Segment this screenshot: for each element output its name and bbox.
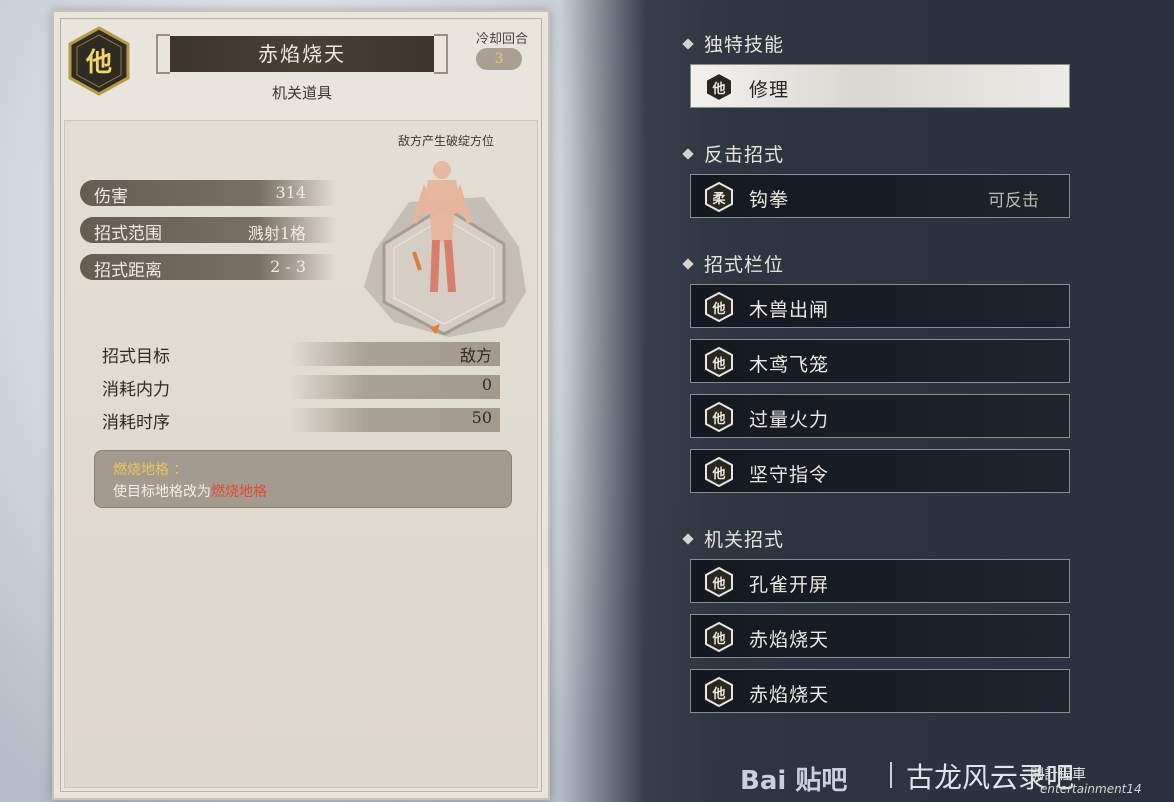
skill-hex-icon: 柔 <box>705 181 733 213</box>
skill-glyph: 他 <box>712 82 726 97</box>
skill-category: 机关道具 <box>271 84 332 102</box>
emblem-glyph: 他 <box>85 48 112 78</box>
character-figure-icon <box>364 161 526 337</box>
info-qi-cost: 消耗内力 0 <box>102 373 502 400</box>
diamond-bullet-icon <box>682 258 694 270</box>
banner-left-bracket <box>156 34 170 74</box>
skill-glyph: 他 <box>712 302 726 317</box>
skill-item-unique-0[interactable]: 他 修理 <box>690 64 1070 108</box>
cooldown-label: 冷却回合 <box>475 32 528 47</box>
effect-description: 燃烧地格 ： 使目标地格改为燃烧地格 <box>94 450 512 508</box>
skill-name: 过量火力 <box>749 409 830 431</box>
section-title-text: 独特技能 <box>704 34 785 56</box>
skill-glyph: 他 <box>712 412 726 427</box>
effect-heading: 燃烧地格 ： <box>113 462 188 478</box>
skill-name: 钩拳 <box>749 189 790 211</box>
diamond-bullet-icon <box>682 38 694 50</box>
skill-name: 修理 <box>749 79 790 101</box>
skill-glyph: 柔 <box>712 192 726 207</box>
info-value: 敌方 <box>459 346 492 365</box>
skill-item-counter-0[interactable]: 柔 钩拳 可反击 <box>690 174 1070 218</box>
stat-label: 伤害 <box>94 187 128 207</box>
skill-name: 坚守指令 <box>749 464 830 486</box>
section-title-text: 招式栏位 <box>704 254 785 276</box>
skill-item-mechanism-2[interactable]: 他 赤焰烧天 <box>690 669 1070 713</box>
info-label: 消耗时序 <box>102 413 170 433</box>
skill-glyph: 他 <box>712 577 726 592</box>
skill-title-banner: 赤焰烧天 <box>156 34 448 74</box>
skill-item-slot-3[interactable]: 他 坚守指令 <box>690 449 1070 493</box>
section-move-slots: 招式栏位 <box>682 250 785 277</box>
skill-item-slot-0[interactable]: 他 木兽出闸 <box>690 284 1070 328</box>
skill-hex-icon: 他 <box>705 291 733 323</box>
stat-damage: 伤害 314 <box>80 180 336 207</box>
section-title-text: 反击招式 <box>704 144 785 166</box>
skill-glyph: 他 <box>712 687 726 702</box>
skill-name: 赤焰烧天 <box>749 684 830 706</box>
skill-name: 木兽出闸 <box>749 299 830 321</box>
skill-item-slot-1[interactable]: 他 木鸢飞笼 <box>690 339 1070 383</box>
section-unique-skills: 独特技能 <box>682 30 785 57</box>
info-value-bar <box>290 408 500 432</box>
skill-item-mechanism-1[interactable]: 他 赤焰烧天 <box>690 614 1070 658</box>
diamond-bullet-icon <box>682 533 694 545</box>
stat-value: 2 - 3 <box>270 257 306 276</box>
watermark-signature-en: entertainment14 <box>1040 782 1142 796</box>
stat-value: 314 <box>275 183 306 202</box>
watermark-divider <box>890 762 892 788</box>
info-value-bar <box>290 375 500 399</box>
banner-right-bracket <box>434 34 448 74</box>
skill-name: 孔雀开屏 <box>749 574 830 596</box>
weakness-direction-label: 敌方产生破绽方位 <box>397 134 494 148</box>
cooldown-value: 3 <box>476 48 522 70</box>
effect-text: 使目标地格改为燃烧地格 <box>113 481 493 503</box>
weakness-diagram <box>354 152 534 342</box>
skill-hex-icon: 他 <box>705 456 733 488</box>
stat-value: 溅射1格 <box>247 224 306 243</box>
stat-range: 招式范围 溅射1格 <box>80 217 336 244</box>
effect-prefix: 使目标地格改为 <box>113 484 211 500</box>
skill-title: 赤焰烧天 <box>258 42 346 66</box>
stat-label: 招式距离 <box>94 261 162 281</box>
skill-glyph: 他 <box>712 357 726 372</box>
section-mechanism-moves: 机关招式 <box>682 525 785 552</box>
info-value: 0 <box>481 375 492 394</box>
stat-label: 招式范围 <box>94 224 162 244</box>
info-label: 招式目标 <box>102 347 170 367</box>
skill-hex-icon: 他 <box>705 346 733 378</box>
skill-hex-icon: 他 <box>705 676 733 708</box>
watermark-signature: 開計程車 <box>1030 767 1086 783</box>
skill-name: 木鸢飞笼 <box>749 354 830 376</box>
skill-item-mechanism-0[interactable]: 他 孔雀开屏 <box>690 559 1070 603</box>
info-value: 50 <box>471 408 492 427</box>
skill-glyph: 他 <box>712 467 726 482</box>
skill-hex-icon: 他 <box>705 566 733 598</box>
skill-type-emblem: 他 <box>68 26 130 96</box>
info-target: 招式目标 敌方 <box>102 340 502 367</box>
effect-highlight: 燃烧地格 <box>211 484 267 500</box>
info-label: 消耗内力 <box>102 380 170 400</box>
baidu-logo: Bai 贴吧 <box>740 766 848 796</box>
skill-item-slot-2[interactable]: 他 过量火力 <box>690 394 1070 438</box>
section-title-text: 机关招式 <box>704 529 785 551</box>
stat-distance: 招式距离 2 - 3 <box>80 254 336 281</box>
skill-hex-icon: 他 <box>705 71 733 103</box>
skill-detail-card: 他 赤焰烧天 机关道具 冷却回合 3 敌方产生破绽方位 伤害 314 招式范围 … <box>52 10 550 800</box>
skill-name: 赤焰烧天 <box>749 629 830 651</box>
counter-tag: 可反击 <box>988 191 1039 211</box>
diamond-bullet-icon <box>682 148 694 160</box>
skill-hex-icon: 他 <box>705 621 733 653</box>
section-counter-moves: 反击招式 <box>682 140 785 167</box>
skill-hex-icon: 他 <box>705 401 733 433</box>
info-time-cost: 消耗时序 50 <box>102 406 502 433</box>
skill-glyph: 他 <box>712 632 726 647</box>
